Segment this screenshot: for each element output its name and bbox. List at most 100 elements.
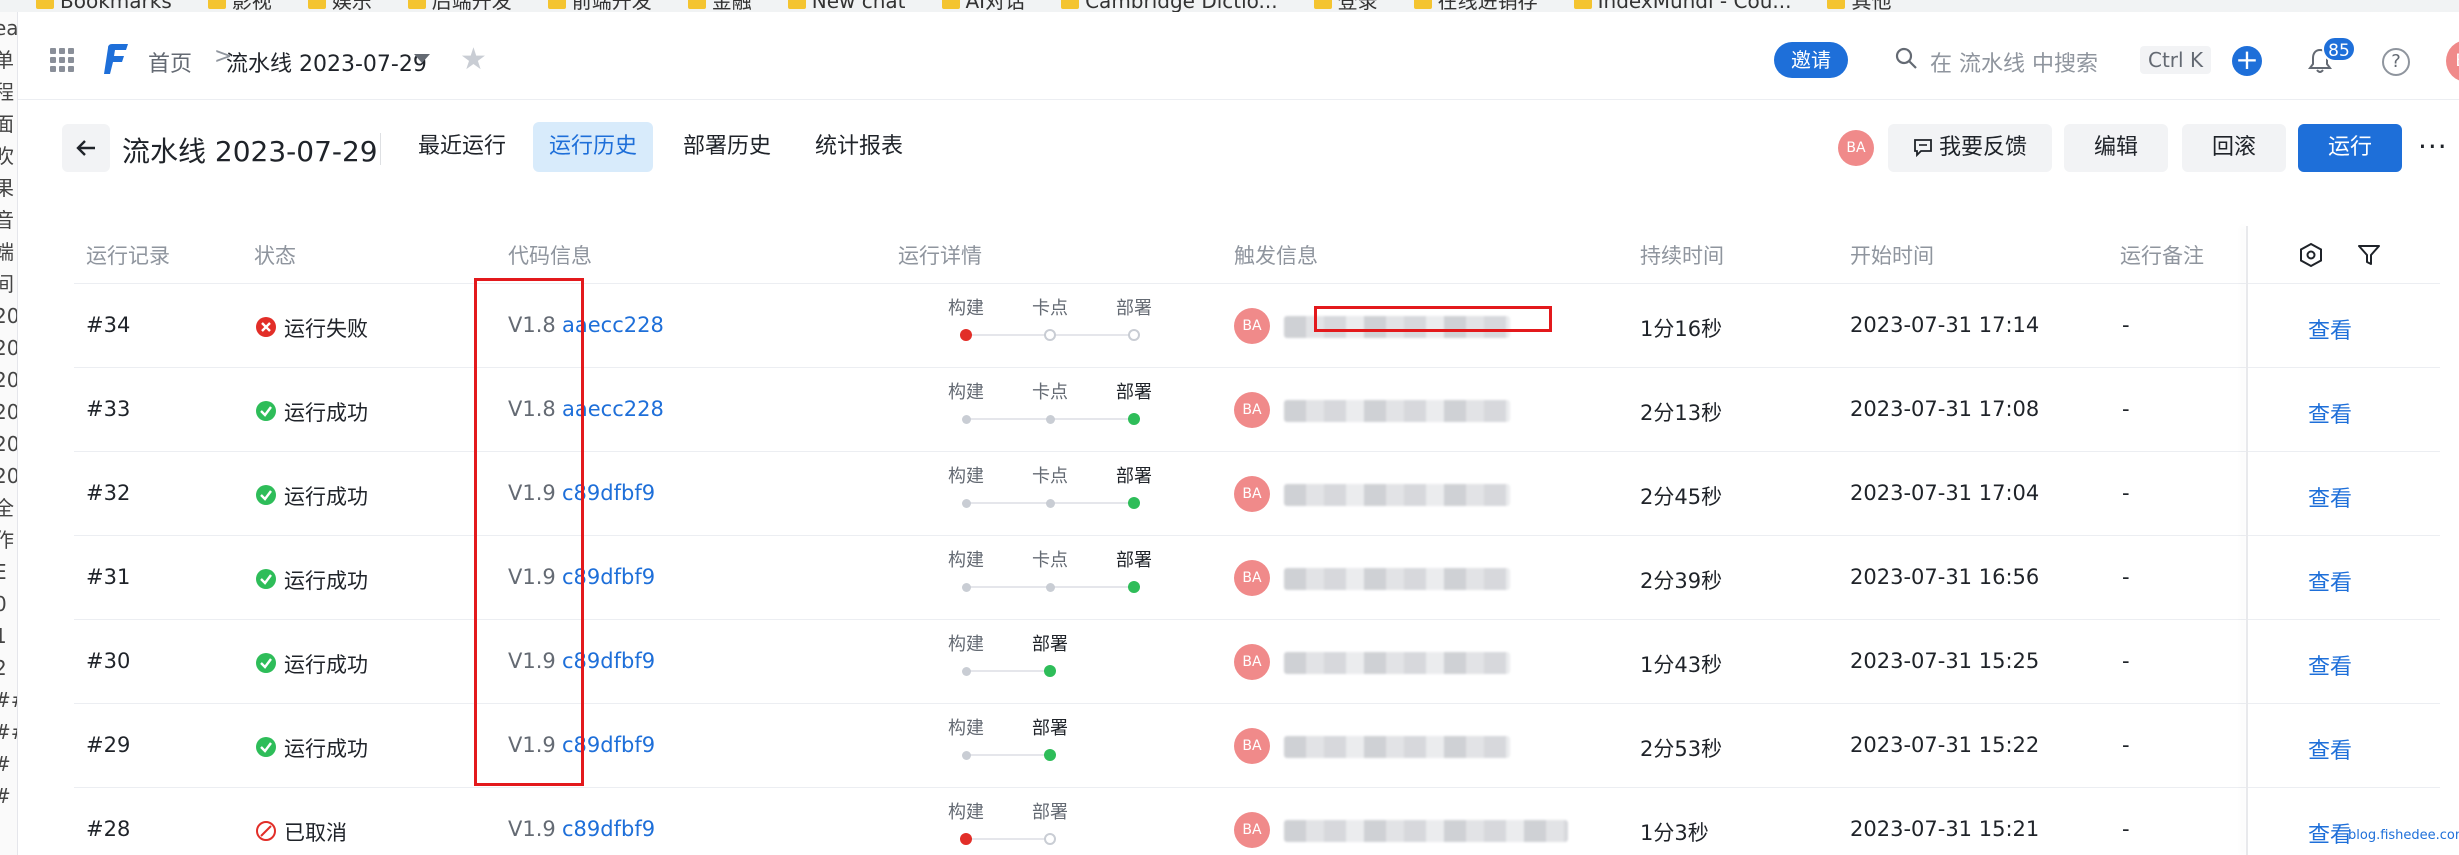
run-id[interactable]: #33 [86, 397, 130, 421]
folder-icon [1061, 0, 1080, 9]
stage-dot[interactable] [1044, 833, 1056, 845]
stage-dot[interactable] [1128, 413, 1140, 425]
bookmark-item[interactable]: 前端开发 [547, 0, 652, 12]
apps-grid-icon[interactable] [50, 48, 74, 72]
chevron-down-icon[interactable] [414, 54, 430, 63]
bookmark-item[interactable]: 登录 [1313, 0, 1378, 12]
stage-label: 部署 [1116, 466, 1152, 487]
tab-deploy-history[interactable]: 部署历史 [667, 122, 787, 172]
bookmark-item[interactable]: Cambridge Dictio... [1061, 0, 1278, 12]
status-text: 运行成功 [284, 737, 368, 761]
stage-dot[interactable] [1045, 498, 1055, 508]
side-strip-text: 单 [0, 44, 17, 76]
trigger-avatar[interactable]: BA [1234, 812, 1270, 848]
stage-dot[interactable] [960, 833, 972, 845]
folder-icon [1827, 0, 1846, 9]
stage-label: 构建 [948, 634, 984, 655]
commit-link[interactable]: c89dfbf9 [562, 817, 655, 841]
bookmark-item[interactable]: 后端开发 [407, 0, 512, 12]
stage-dot[interactable] [1044, 665, 1056, 677]
stage-dot[interactable] [1045, 414, 1055, 424]
stage-dot[interactable] [1128, 497, 1140, 509]
stage-dot[interactable] [1128, 329, 1140, 341]
error-circle-icon [256, 317, 276, 337]
stage-dot[interactable] [961, 750, 971, 760]
bookmark-item[interactable]: IndexMundi - Cou... [1573, 0, 1792, 12]
column-header-code-info: 代码信息 [508, 244, 592, 268]
invite-button[interactable]: 邀请 [1774, 42, 1848, 78]
start-time: 2023-07-31 17:08 [1850, 397, 2040, 421]
run-id[interactable]: #32 [86, 481, 130, 505]
run-id[interactable]: #30 [86, 649, 130, 673]
bookmark-item[interactable]: Bookmarks [36, 0, 172, 12]
search-icon[interactable] [1894, 46, 1918, 70]
stage-dot[interactable] [1045, 582, 1055, 592]
bookmark-item[interactable]: 影视 [207, 0, 272, 12]
view-button[interactable]: 查看 [2308, 313, 2352, 345]
feedback-button[interactable]: 我要反馈 [1888, 124, 2052, 172]
tab-run-history[interactable]: 运行历史 [533, 122, 654, 172]
user-avatar[interactable]: BA [2446, 40, 2459, 82]
run-id[interactable]: #34 [86, 313, 130, 337]
stage-dot[interactable] [960, 329, 972, 341]
column-settings-icon[interactable] [2298, 242, 2324, 268]
stage-dot[interactable] [1128, 581, 1140, 593]
breadcrumb-home[interactable]: 首页 [148, 46, 192, 78]
side-strip-text: 0 [0, 588, 17, 620]
help-icon[interactable]: ? [2382, 48, 2410, 76]
bookmark-item[interactable]: 其他 [1827, 0, 1891, 12]
more-options-icon[interactable]: ··· [2418, 130, 2448, 163]
tab-statistics[interactable]: 统计报表 [799, 122, 919, 172]
stage-dot[interactable] [1044, 329, 1056, 341]
bookmark-label: IndexMundi - Cou... [1597, 0, 1792, 12]
check-circle-icon [256, 401, 276, 421]
bookmark-item[interactable]: 娱乐 [307, 0, 372, 12]
app-logo-icon[interactable] [104, 42, 132, 76]
view-button[interactable]: 查看 [2308, 481, 2352, 513]
status-text: 已取消 [284, 821, 347, 845]
rollback-button[interactable]: 回滚 [2182, 124, 2286, 172]
trigger-avatar[interactable]: BA [1234, 728, 1270, 764]
trigger-avatar[interactable]: BA [1234, 392, 1270, 428]
stage-dot[interactable] [1044, 749, 1056, 761]
star-icon[interactable]: ★ [460, 42, 487, 77]
search-input[interactable]: 在 流水线 中搜索 [1930, 46, 2098, 78]
run-id[interactable]: #31 [86, 565, 130, 589]
bookmark-item[interactable]: 在线进销存 [1413, 0, 1538, 12]
view-button[interactable]: 查看 [2308, 565, 2352, 597]
run-id[interactable]: #28 [86, 817, 130, 841]
trigger-avatar[interactable]: BA [1234, 308, 1270, 344]
folder-icon [307, 0, 326, 9]
bookmark-item[interactable]: 金融 [687, 0, 752, 12]
stage-dot[interactable] [961, 582, 971, 592]
column-header-run-record: 运行记录 [86, 244, 170, 268]
stage-connector [966, 754, 1050, 756]
stage-connector [966, 838, 1050, 840]
view-button[interactable]: 查看 [2308, 733, 2352, 765]
member-avatar[interactable]: BA [1838, 130, 1874, 166]
trigger-avatar[interactable]: BA [1234, 476, 1270, 512]
edit-button[interactable]: 编辑 [2064, 124, 2168, 172]
run-button[interactable]: 运行 [2298, 124, 2402, 172]
stage-dot[interactable] [961, 414, 971, 424]
breadcrumb-current[interactable]: 流水线 2023-07-29 [226, 46, 427, 78]
bookmark-item[interactable]: New chat [787, 0, 906, 12]
bookmark-label: 影视 [231, 0, 272, 12]
view-button[interactable]: 查看 [2308, 649, 2352, 681]
tab-recent-runs[interactable]: 最近运行 [402, 122, 522, 172]
create-button[interactable]: + [2232, 46, 2262, 76]
bookmark-item[interactable]: AI对话 [941, 0, 1025, 12]
run-id[interactable]: #29 [86, 733, 130, 757]
trigger-avatar[interactable]: BA [1234, 560, 1270, 596]
title-divider [380, 133, 381, 165]
stage-dot[interactable] [961, 498, 971, 508]
back-button[interactable] [62, 124, 110, 172]
trigger-avatar[interactable]: BA [1234, 644, 1270, 680]
filter-icon[interactable] [2356, 242, 2382, 268]
run-note: - [2122, 733, 2130, 757]
stage-dot[interactable] [961, 666, 971, 676]
check-circle-icon [256, 653, 276, 673]
view-button[interactable]: 查看 [2308, 817, 2352, 849]
arrow-left-icon [76, 140, 95, 156]
view-button[interactable]: 查看 [2308, 397, 2352, 429]
